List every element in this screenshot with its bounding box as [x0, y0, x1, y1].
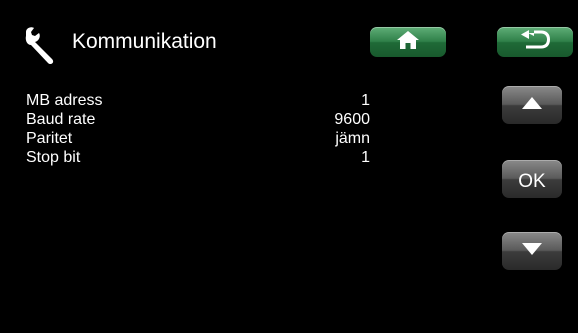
setting-value: jämn [335, 130, 370, 147]
back-button[interactable] [497, 27, 573, 57]
setting-label: Baud rate [26, 111, 96, 128]
setting-row-baud-rate[interactable]: Baud rate 9600 [26, 110, 370, 129]
arrow-down-icon [521, 242, 543, 261]
wrench-icon [22, 26, 60, 65]
setting-label: Paritet [26, 130, 73, 147]
setting-row-paritet[interactable]: Paritet jämn [26, 129, 370, 148]
setting-row-mb-adress[interactable]: MB adress 1 [26, 91, 370, 110]
scroll-up-button[interactable] [502, 86, 562, 124]
back-arrow-icon [519, 29, 551, 55]
scroll-down-button[interactable] [502, 232, 562, 270]
setting-value: 1 [361, 92, 370, 109]
arrow-up-icon [521, 96, 543, 115]
setting-value: 1 [361, 149, 370, 166]
setting-value: 9600 [334, 111, 370, 128]
settings-list: MB adress 1 Baud rate 9600 Paritet jämn … [26, 91, 370, 167]
ok-label: OK [518, 170, 546, 192]
home-button[interactable] [370, 27, 446, 57]
ok-button[interactable]: OK [502, 160, 562, 198]
page-title: Kommunikation [72, 30, 217, 53]
setting-label: Stop bit [26, 149, 81, 166]
setting-row-stop-bit[interactable]: Stop bit 1 [26, 148, 370, 167]
setting-label: MB adress [26, 92, 103, 109]
home-icon [396, 30, 420, 55]
